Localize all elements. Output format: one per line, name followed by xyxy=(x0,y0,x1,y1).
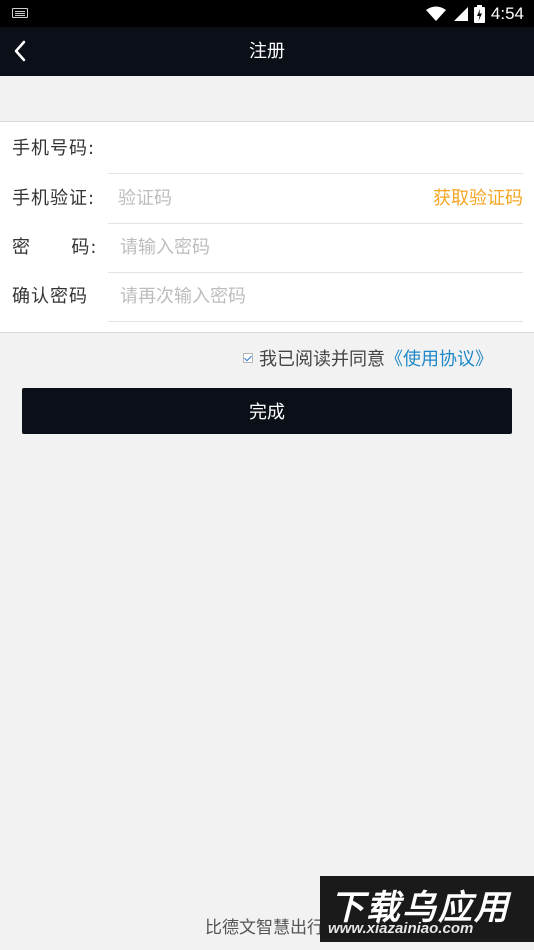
status-bar: 4:54 xyxy=(0,0,534,27)
watermark: 下载乌应用 www.xiazainiao.com xyxy=(320,876,534,942)
verify-code-input[interactable] xyxy=(118,174,418,223)
verify-row: 手机验证: 获取验证码 xyxy=(0,174,534,224)
phone-field-wrap xyxy=(108,124,523,174)
confirm-label: 确认密码 xyxy=(12,286,88,307)
phone-row: 手机号码: xyxy=(0,124,534,174)
battery-charging-icon xyxy=(473,4,485,23)
agreement-row: 我已阅读并同意 《使用协议》 xyxy=(243,344,493,372)
agreement-text: 我已阅读并同意 xyxy=(259,349,385,370)
agreement-checkbox[interactable] xyxy=(243,353,253,363)
keyboard-icon xyxy=(12,8,28,18)
wifi-icon xyxy=(425,6,446,21)
verify-field-wrap: 获取验证码 xyxy=(108,174,523,224)
password-row: 密 码: xyxy=(0,223,534,273)
password-input[interactable] xyxy=(120,223,420,272)
page-title: 注册 xyxy=(249,41,285,62)
phone-input[interactable] xyxy=(118,124,418,173)
get-code-button[interactable]: 获取验证码 xyxy=(433,174,523,223)
watermark-url: www.xiazainiao.com xyxy=(328,920,474,937)
status-icons: 4:54 xyxy=(425,0,524,27)
signal-icon xyxy=(453,6,468,21)
verify-label: 手机验证: xyxy=(12,188,96,209)
password-label: 密 码: xyxy=(12,237,98,258)
confirm-field-wrap xyxy=(108,272,523,322)
phone-label: 手机号码: xyxy=(12,138,96,159)
app-bar: 注册 xyxy=(0,27,534,76)
agreement-link[interactable]: 《使用协议》 xyxy=(385,345,493,371)
confirm-row: 确认密码 xyxy=(0,272,534,322)
status-time: 4:54 xyxy=(490,3,524,23)
confirm-password-input[interactable] xyxy=(120,272,420,321)
password-field-wrap xyxy=(108,223,523,273)
register-form: 手机号码: 手机验证: 获取验证码 密 码: 确认密码 xyxy=(0,122,534,333)
done-button[interactable]: 完成 xyxy=(22,388,512,434)
footer-text: 比德文智慧出行 xyxy=(205,918,324,938)
